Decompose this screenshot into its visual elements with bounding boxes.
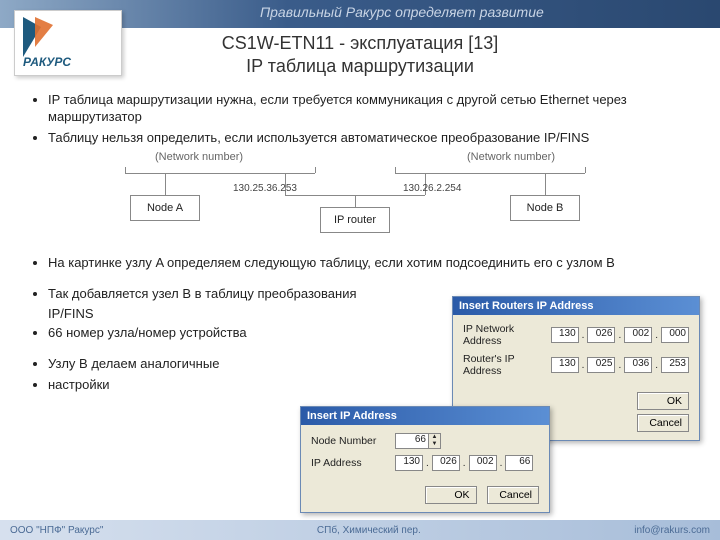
title-line-1: CS1W-ETN11 - эксплуатация [13] xyxy=(222,33,498,53)
spinner-icon[interactable]: ▲▼ xyxy=(429,433,441,449)
bullet: На картинке узлу A определяем следующую … xyxy=(48,255,680,272)
router-ip-address-input[interactable]: 130. 025. 036. 253 xyxy=(551,357,689,373)
diagram-node-b: Node B xyxy=(510,195,580,221)
field-label: Router's IP Address xyxy=(463,353,545,377)
diagram-router: IP router xyxy=(320,207,390,233)
footer: ООО "НПФ" Ракурс" СПб, Химический пер. i… xyxy=(0,520,720,540)
tagline: Правильный Ракурс определяет развитие xyxy=(260,4,544,20)
bullet: Таблицу нельзя определить, если использу… xyxy=(48,130,680,147)
title-line-2: IP таблица маршрутизации xyxy=(246,56,474,76)
footer-address: СПб, Химический пер. xyxy=(317,525,421,536)
dialog-insert-ip-address: Insert IP Address Node Number 66 ▲▼ IP A… xyxy=(300,406,550,513)
footer-email: info@rakurs.com xyxy=(634,525,710,536)
page-title: CS1W-ETN11 - эксплуатация [13] IP таблиц… xyxy=(0,32,720,77)
cancel-button[interactable]: Cancel xyxy=(637,414,689,432)
node-number-input[interactable]: 66 xyxy=(395,433,429,449)
footer-company: ООО "НПФ" Ракурс" xyxy=(10,525,103,536)
field-label: Node Number xyxy=(311,435,389,447)
field-label: IP Network Address xyxy=(463,323,545,347)
ip-address-input[interactable]: 130. 026. 002. 66 xyxy=(395,455,533,471)
network-label: (Network number) xyxy=(467,151,555,163)
dialog-title: Insert Routers IP Address xyxy=(453,297,699,315)
ok-button[interactable]: OK xyxy=(637,392,689,410)
field-label: IP Address xyxy=(311,457,389,469)
dialog-title: Insert IP Address xyxy=(301,407,549,425)
diagram-node-a: Node A xyxy=(130,195,200,221)
bullet: IP таблица маршрутизации нужна, если тре… xyxy=(48,92,680,126)
ok-button[interactable]: OK xyxy=(425,486,477,504)
network-diagram: (Network number) (Network number) Node A… xyxy=(115,155,595,245)
diagram-ip-right: 130.26.2.254 xyxy=(403,183,461,194)
diagram-ip-left: 130.25.36.253 xyxy=(233,183,297,194)
network-label: (Network number) xyxy=(155,151,243,163)
ip-network-address-input[interactable]: 130. 026. 002. 000 xyxy=(551,327,689,343)
cancel-button[interactable]: Cancel xyxy=(487,486,539,504)
